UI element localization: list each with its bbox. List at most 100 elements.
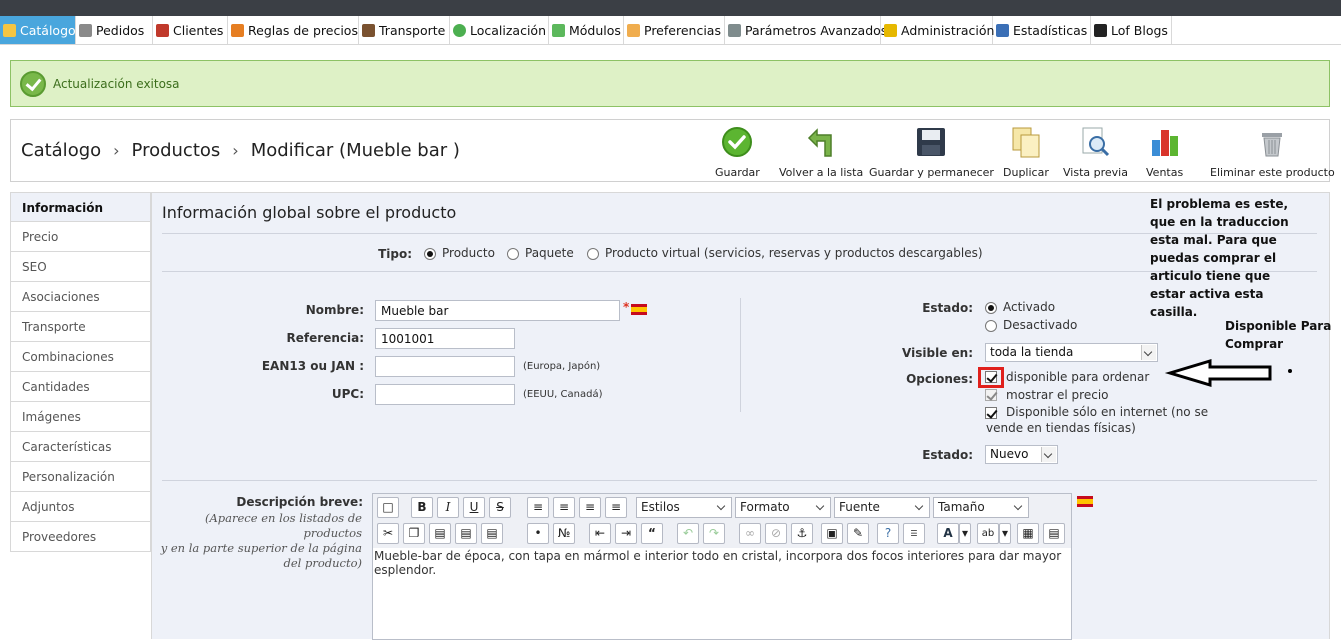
tab-estadisticas[interactable]: Estadísticas: [993, 16, 1091, 44]
ean13-hint: (Europa, Japón): [523, 361, 601, 372]
bullet-list-icon[interactable]: •: [527, 523, 549, 544]
annotation-line: esta mal. Para que: [1150, 233, 1277, 247]
tab-modulos[interactable]: Módulos: [549, 16, 624, 44]
indent-icon[interactable]: ⇥: [615, 523, 637, 544]
sidebar-item-proveedores[interactable]: Proveedores: [10, 522, 151, 552]
tab-catalogo[interactable]: Catálogo: [0, 16, 76, 44]
html-icon[interactable]: ☰: [903, 523, 925, 544]
spain-flag-icon[interactable]: [1077, 496, 1093, 507]
format-dropdown[interactable]: Formato: [735, 497, 831, 518]
spain-flag-icon[interactable]: [631, 304, 647, 315]
condition-value: Nuevo: [990, 447, 1029, 461]
template-icon[interactable]: ▤: [1043, 523, 1065, 544]
paste-text-icon[interactable]: ▤: [455, 523, 477, 544]
undo-icon[interactable]: ↶: [677, 523, 699, 544]
type-pack-radio[interactable]: [507, 248, 519, 260]
redo-icon[interactable]: ↷: [703, 523, 725, 544]
condition-select[interactable]: Nuevo: [985, 445, 1058, 464]
bold-icon[interactable]: B: [411, 497, 433, 518]
ean13-input[interactable]: [375, 356, 515, 377]
align-left-icon[interactable]: ≡: [527, 497, 549, 518]
sidebar-item-adjuntos[interactable]: Adjuntos: [10, 492, 151, 522]
reference-input[interactable]: [375, 328, 515, 349]
tab-pedidos[interactable]: Pedidos: [76, 16, 153, 44]
text-color-icon[interactable]: A: [937, 523, 959, 544]
tab-administracion[interactable]: Administración: [881, 16, 994, 44]
unlink-icon[interactable]: ⊘: [765, 523, 787, 544]
paste-word-icon[interactable]: ▤: [481, 523, 503, 544]
media-icon[interactable]: ▦: [1017, 523, 1039, 544]
sidebar-item-transporte[interactable]: Transporte: [10, 312, 151, 342]
status-inactive-radio[interactable]: [985, 320, 997, 332]
align-justify-icon[interactable]: ≡: [605, 497, 627, 518]
status-active-radio[interactable]: [985, 302, 997, 314]
cleanup-icon[interactable]: ✎: [847, 523, 869, 544]
sidebar-item-combinaciones[interactable]: Combinaciones: [10, 342, 151, 372]
new-document-icon[interactable]: □: [377, 497, 399, 518]
save-button[interactable]: Guardar: [715, 126, 760, 179]
type-product-radio[interactable]: [424, 248, 436, 260]
styles-dropdown[interactable]: Estilos: [636, 497, 732, 518]
show-price-checkbox[interactable]: [985, 389, 997, 401]
sidebar-item-imagenes[interactable]: Imágenes: [10, 402, 151, 432]
show-price-label: mostrar el precio: [1006, 388, 1109, 402]
online-only-label-1: Disponible sólo en internet (no se: [1006, 405, 1209, 419]
sidebar-item-seo[interactable]: SEO: [10, 252, 151, 282]
breadcrumb-section[interactable]: Productos: [132, 140, 221, 161]
save-and-stay-button[interactable]: Guardar y permanecer: [869, 126, 994, 179]
paste-icon[interactable]: ▤: [429, 523, 451, 544]
numbered-list-icon[interactable]: №: [553, 523, 575, 544]
short-description-text[interactable]: Mueble-bar de época, con tapa en mármol …: [374, 549, 1071, 577]
tab-parametros-avanzados[interactable]: Parámetros Avanzados: [725, 16, 887, 44]
upc-input[interactable]: [375, 384, 515, 405]
font-dropdown[interactable]: Fuente: [834, 497, 930, 518]
blockquote-icon[interactable]: “: [641, 523, 663, 544]
tab-lof-blogs[interactable]: Lof Blogs: [1091, 16, 1172, 44]
tab-label: Módulos: [569, 22, 621, 38]
duplicate-button[interactable]: Duplicar: [1003, 126, 1049, 179]
sidebar-item-caracteristicas[interactable]: Características: [10, 432, 151, 462]
sidebar-item-personalizacion[interactable]: Personalización: [10, 462, 151, 492]
chevron-down-icon[interactable]: ▾: [959, 523, 971, 544]
outdent-icon[interactable]: ⇤: [589, 523, 611, 544]
underline-icon[interactable]: U: [463, 497, 485, 518]
italic-icon[interactable]: I: [437, 497, 459, 518]
back-to-list-button[interactable]: Volver a la lista: [779, 126, 863, 179]
check-circle-icon: [721, 126, 753, 158]
copy-icon[interactable]: ❐: [403, 523, 425, 544]
highlight-color-icon[interactable]: ab: [977, 523, 999, 544]
align-center-icon[interactable]: ≡: [553, 497, 575, 518]
online-only-checkbox[interactable]: [985, 407, 997, 419]
wrench-icon: [728, 23, 741, 37]
sidebar-item-cantidades[interactable]: Cantidades: [10, 372, 151, 402]
rich-text-editor[interactable]: □ B I U S ≡ ≡ ≡ ≡ Estilos Formato Fuente…: [372, 493, 1072, 640]
image-icon[interactable]: ▣: [821, 523, 843, 544]
help-icon[interactable]: ?: [877, 523, 899, 544]
tab-transporte[interactable]: Transporte: [359, 16, 450, 44]
tab-label: Parámetros Avanzados: [745, 22, 888, 38]
tab-localizacion[interactable]: Localización: [450, 16, 549, 44]
tab-preferencias[interactable]: Preferencias: [624, 16, 725, 44]
sidebar-item-precio[interactable]: Precio: [10, 222, 151, 252]
name-input[interactable]: [375, 300, 620, 321]
sidebar-item-informacion[interactable]: Información: [10, 192, 151, 222]
preview-button[interactable]: Vista previa: [1063, 126, 1128, 179]
visibility-select[interactable]: toda la tienda: [985, 343, 1158, 362]
breadcrumb-root[interactable]: Catálogo: [21, 140, 101, 161]
type-virtual-radio[interactable]: [587, 248, 599, 260]
strikethrough-icon[interactable]: S: [489, 497, 511, 518]
chevron-down-icon[interactable]: ▾: [999, 523, 1011, 544]
align-right-icon[interactable]: ≡: [579, 497, 601, 518]
tab-clientes[interactable]: Clientes: [153, 16, 228, 44]
tab-reglas-precios[interactable]: Reglas de precios: [228, 16, 359, 44]
delete-product-button[interactable]: Eliminar este producto: [1210, 126, 1335, 179]
top-bar: [0, 0, 1341, 16]
size-dropdown[interactable]: Tamaño: [933, 497, 1029, 518]
link-icon[interactable]: ∞: [739, 523, 761, 544]
user-icon: [156, 23, 169, 37]
sidebar-item-asociaciones[interactable]: Asociaciones: [10, 282, 151, 312]
anchor-icon[interactable]: ⚓: [791, 523, 813, 544]
cut-icon[interactable]: ✂: [377, 523, 399, 544]
sales-button[interactable]: Ventas: [1146, 126, 1183, 179]
annotation-line: estar activa esta: [1150, 287, 1264, 301]
